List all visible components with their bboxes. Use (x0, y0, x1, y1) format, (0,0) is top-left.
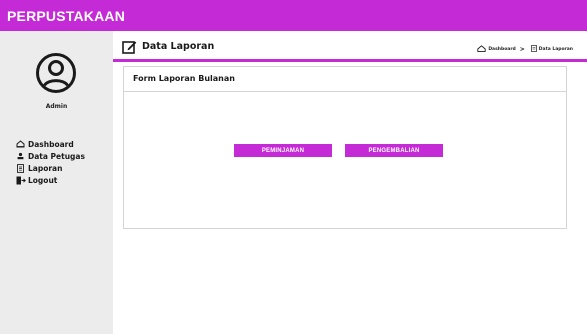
file-icon (530, 45, 537, 54)
home-icon (16, 140, 26, 149)
peminjaman-button[interactable]: PEMINJAMAN (234, 144, 332, 157)
sidebar: Admin Dashboard Data Petugas Laporan Log… (0, 31, 113, 334)
user-avatar-icon (36, 53, 76, 93)
file-icon (16, 163, 26, 173)
card-title: Form Laporan Bulanan (124, 67, 566, 92)
breadcrumb-current: Data Laporan (538, 47, 573, 52)
sidebar-item-dashboard[interactable]: Dashboard (16, 138, 85, 150)
chevron-right-icon: > (519, 46, 525, 53)
page-title: Data Laporan (142, 41, 215, 52)
sidebar-item-laporan[interactable]: Laporan (16, 162, 85, 174)
page-header: Data Laporan Dashboard > Data Laporan (113, 31, 587, 62)
breadcrumb: Dashboard > Data Laporan (475, 45, 573, 54)
app-brand[interactable]: PERPUSTAKAAN (7, 8, 125, 24)
logout-icon (16, 176, 26, 185)
breadcrumb-dashboard-link[interactable]: Dashboard (488, 47, 515, 52)
sidebar-item-data-petugas[interactable]: Data Petugas (16, 150, 85, 162)
user-name: Admin (45, 103, 68, 110)
sidebar-item-logout[interactable]: Logout (16, 174, 85, 186)
sidebar-item-label: Data Petugas (28, 151, 85, 161)
top-bar: PERPUSTAKAAN (0, 0, 587, 31)
sidebar-item-label: Laporan (28, 163, 63, 173)
sidebar-item-label: Logout (28, 175, 58, 185)
home-icon (477, 45, 486, 54)
pengembalian-button[interactable]: PENGEMBALIAN (345, 144, 443, 157)
sidebar-item-label: Dashboard (28, 139, 74, 149)
edit-icon (122, 41, 137, 54)
sidebar-menu: Dashboard Data Petugas Laporan Logout (16, 138, 85, 186)
user-icon (16, 152, 26, 161)
